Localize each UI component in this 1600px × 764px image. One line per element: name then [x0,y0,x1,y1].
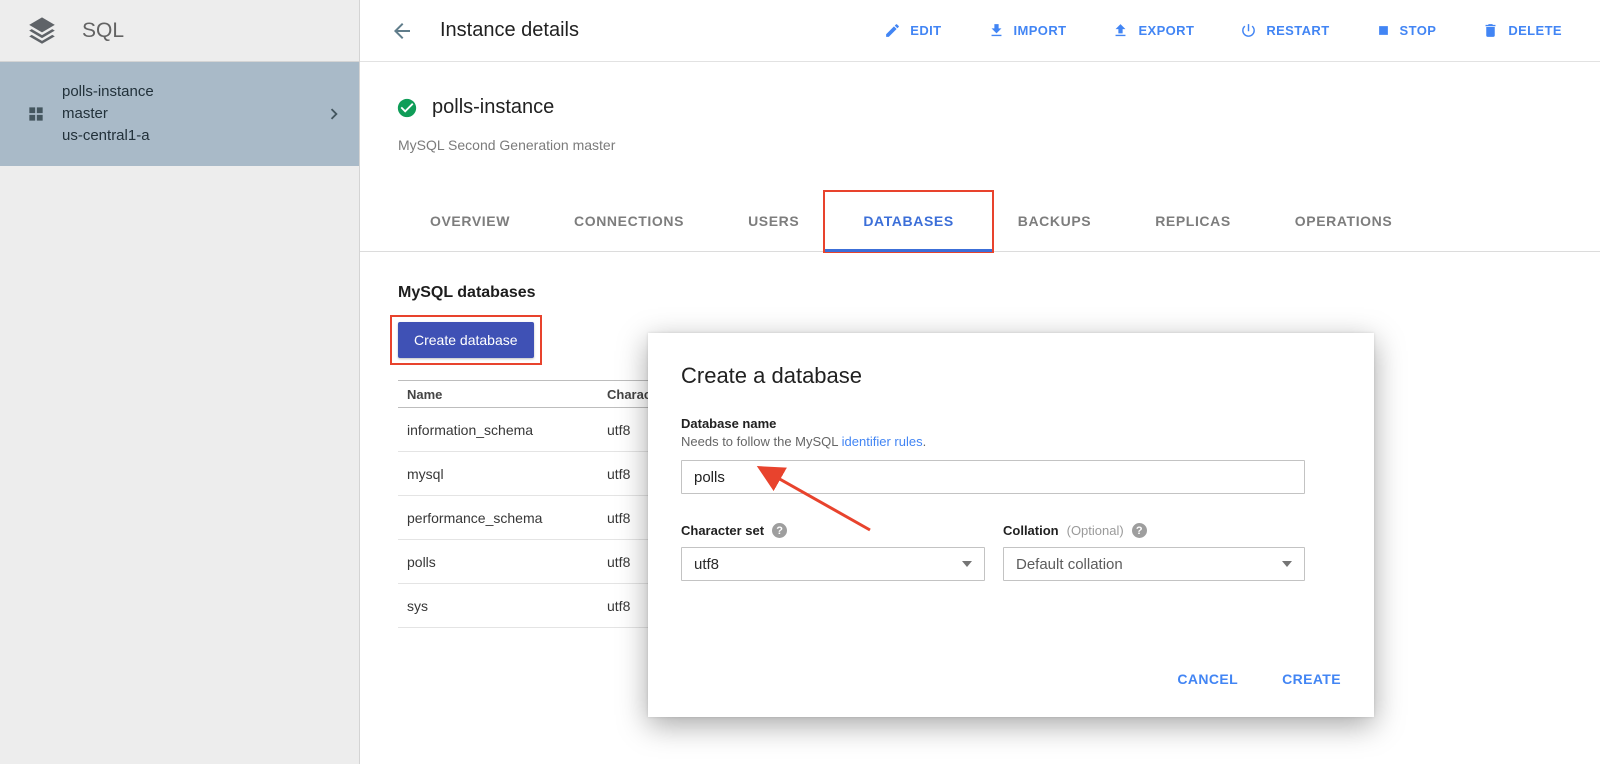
edit-button-label: EDIT [910,23,941,38]
delete-button[interactable]: DELETE [1482,22,1562,39]
export-button[interactable]: EXPORT [1112,22,1194,39]
restart-button-label: RESTART [1266,23,1329,38]
dialog-actions: CANCEL CREATE [1177,671,1341,687]
instance-name: polls-instance [432,96,554,119]
create-database-dialog: Create a database Database name Needs to… [648,333,1374,717]
dropdown-caret-icon [1282,561,1292,567]
create-database-button[interactable]: Create database [398,322,534,358]
tab-overview[interactable]: OVERVIEW [430,190,510,251]
character-set-value: utf8 [694,556,719,573]
sidebar-instance-info: polls-instance master us-central1-a [62,81,154,147]
tab-connections[interactable]: CONNECTIONS [574,190,684,251]
topbar-actions: EDIT IMPORT EXPORT RESTART STOP DELETE [884,22,1562,39]
back-arrow-icon [390,19,414,43]
sidebar-instance-role: master [62,103,154,125]
tab-backups[interactable]: BACKUPS [1018,190,1091,251]
delete-trash-icon [1482,22,1499,39]
stop-button[interactable]: STOP [1376,22,1437,39]
instance-header: polls-instance [396,96,554,119]
cloud-sql-layers-icon [26,15,58,47]
create-database-button-wrap: Create database [398,322,534,358]
chevron-right-icon[interactable] [323,103,345,125]
cloud-sql-console: SQL polls-instance master us-central1-a … [0,0,1600,764]
import-icon [988,22,1005,39]
helper-text-prefix: Needs to follow the MySQL [681,434,842,449]
tab-databases[interactable]: DATABASES [863,190,953,251]
help-icon[interactable]: ? [772,523,787,538]
product-name: SQL [82,19,124,43]
create-button[interactable]: CREATE [1282,671,1341,687]
instance-subtitle: MySQL Second Generation master [398,137,615,153]
tab-databases-label: DATABASES [863,213,953,229]
db-name-cell: mysql [398,466,598,482]
import-button[interactable]: IMPORT [988,22,1067,39]
collation-value: Default collation [1016,556,1123,573]
sidebar-instance-item[interactable]: polls-instance master us-central1-a [0,62,359,166]
dialog-title: Create a database [681,363,862,389]
restart-button[interactable]: RESTART [1240,22,1329,39]
db-name-cell: information_schema [398,422,598,438]
back-button[interactable] [390,19,414,43]
collation-select[interactable]: Default collation [1003,547,1305,581]
database-name-helper: Needs to follow the MySQL identifier rul… [681,434,926,449]
stop-button-label: STOP [1400,23,1437,38]
topbar: Instance details EDIT IMPORT EXPORT REST… [360,0,1600,62]
instance-tabs: OVERVIEW CONNECTIONS USERS DATABASES BAC… [360,190,1600,252]
column-header-name: Name [398,387,598,402]
database-name-label: Database name [681,416,776,431]
sidebar-instance-name: polls-instance [62,81,154,103]
cancel-button[interactable]: CANCEL [1177,671,1238,687]
tab-operations[interactable]: OPERATIONS [1295,190,1393,251]
sidebar-instance-zone: us-central1-a [62,125,154,147]
character-set-label: Character set [681,523,764,538]
database-name-input[interactable] [681,460,1305,494]
identifier-rules-link[interactable]: identifier rules [842,434,923,449]
collation-optional-hint: (Optional) [1067,523,1124,538]
db-name-cell: performance_schema [398,510,598,526]
product-header: SQL [0,0,359,62]
export-button-label: EXPORT [1138,23,1194,38]
collation-label: Collation [1003,523,1059,538]
success-check-icon [396,97,418,119]
delete-button-label: DELETE [1508,23,1562,38]
stop-square-icon [1376,23,1391,38]
helper-text-suffix: . [923,434,927,449]
character-set-label-row: Character set ? [681,523,787,538]
section-heading: MySQL databases [398,284,536,302]
tab-users[interactable]: USERS [748,190,799,251]
instance-grid-icon [26,104,46,124]
edit-pencil-icon [884,22,901,39]
sidebar: SQL polls-instance master us-central1-a [0,0,360,764]
db-name-cell: polls [398,554,598,570]
help-icon[interactable]: ? [1132,523,1147,538]
collation-label-row: Collation (Optional) ? [1003,523,1147,538]
tab-replicas[interactable]: REPLICAS [1155,190,1231,251]
dropdown-caret-icon [962,561,972,567]
character-set-select[interactable]: utf8 [681,547,985,581]
edit-button[interactable]: EDIT [884,22,941,39]
restart-power-icon [1240,22,1257,39]
export-icon [1112,22,1129,39]
page-title: Instance details [440,19,579,42]
import-button-label: IMPORT [1014,23,1067,38]
db-name-cell: sys [398,598,598,614]
